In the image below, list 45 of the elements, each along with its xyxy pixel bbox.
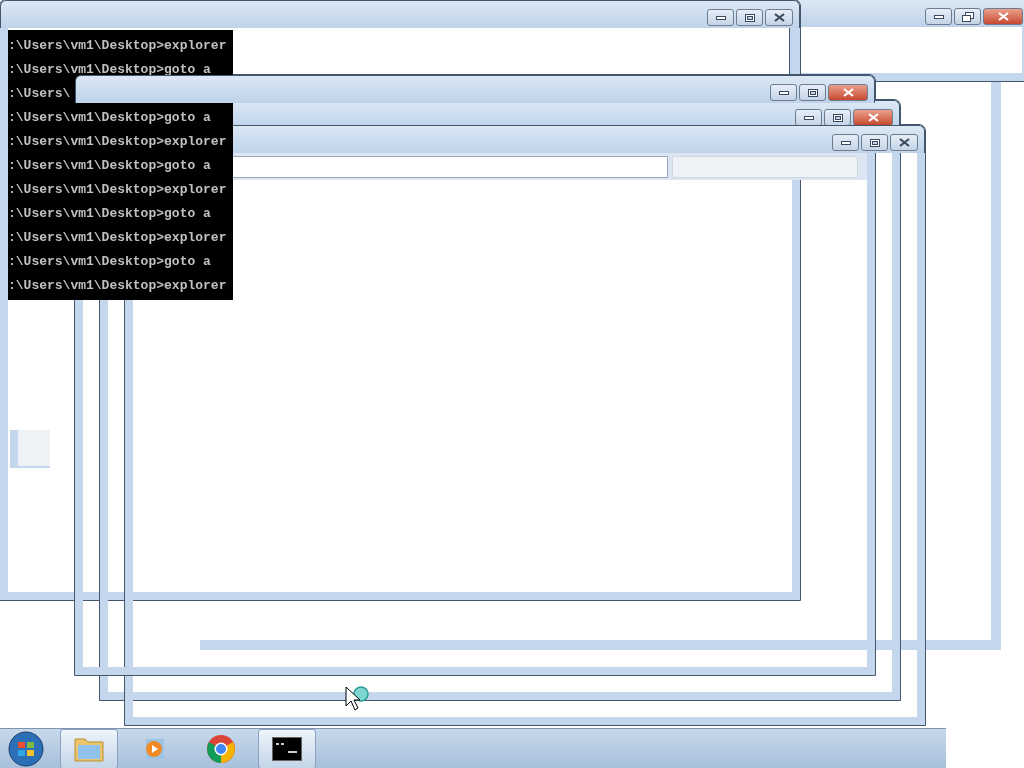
minimize-icon [715,15,726,20]
minimize-icon [803,115,814,120]
restore-icon [961,11,974,22]
console-line: :\Users\vm1\Desktop>goto a [8,254,211,270]
console-line: :\Users\vm1\Desktop>goto a [8,62,211,78]
close-icon [997,12,1009,21]
console-line: :\Users\vm1\Desktop>explorer [8,182,227,198]
close-icon [773,13,785,22]
minimize-button[interactable] [925,8,952,25]
window-frame [10,430,50,468]
close-icon [898,138,910,147]
start-orb-icon[interactable] [6,729,46,768]
console-line: :\Users\vm1\Desktop>explorer [8,134,227,150]
chrome-icon [206,733,236,764]
maximize-icon [807,88,818,97]
maximize-button[interactable] [861,134,888,151]
maximize-icon [832,113,843,122]
console-line: :\Users\vm1\Desktop>explorer [8,278,227,294]
minimize-icon [840,140,851,145]
console-line: :\Users\ [8,86,71,102]
console-icon [272,736,302,761]
console-line: :\Users\vm1\Desktop>goto a [8,110,211,126]
minimize-button[interactable] [707,9,734,26]
minimize-button[interactable] [832,134,859,151]
close-button[interactable] [828,84,868,101]
close-button[interactable] [983,8,1023,25]
console-line: :\Users\vm1\Desktop>explorer [8,38,227,54]
maximize-icon [744,13,755,22]
close-icon [842,88,854,97]
close-button[interactable] [765,9,793,26]
console-line: :\Users\vm1\Desktop>goto a [8,158,211,174]
minimize-button[interactable] [770,84,797,101]
taskbar-button[interactable] [258,728,316,768]
maximize-icon [869,138,880,147]
minimize-icon [933,14,944,19]
restore-button[interactable] [954,8,981,25]
maximize-button[interactable] [736,9,763,26]
search-field[interactable] [672,156,858,178]
close-icon [867,113,879,122]
close-button[interactable] [890,134,918,151]
console-line: :\Users\vm1\Desktop>explorer [8,230,227,246]
address-field[interactable] [230,156,668,178]
minimize-icon [778,90,789,95]
maximize-button[interactable] [799,84,826,101]
console-line: :\Users\vm1\Desktop>goto a [8,206,211,222]
